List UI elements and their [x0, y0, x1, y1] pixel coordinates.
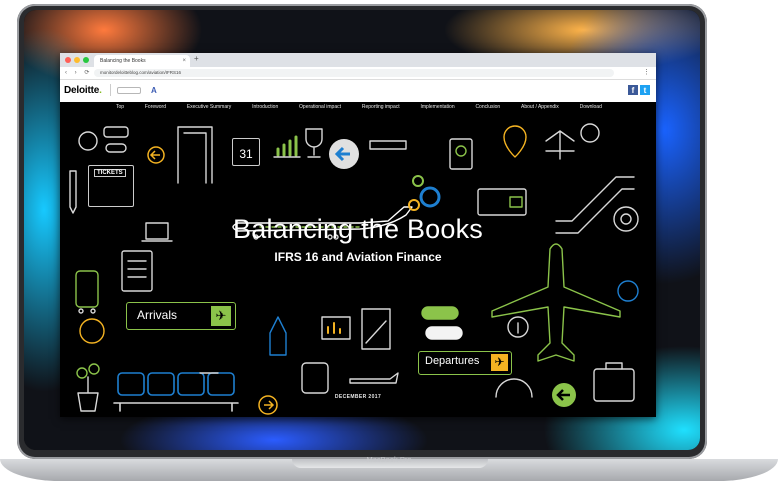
browser-tab[interactable]: Balancing the Books × [94, 55, 190, 67]
toggle-off-icon [425, 326, 463, 340]
laptop-screen: Balancing the Books × + ‹ › ⟳ monitordel… [24, 10, 700, 450]
navigation-buttons[interactable]: ‹ › ⟳ [65, 69, 92, 76]
maximize-window-button[interactable] [83, 57, 89, 63]
passport-icon [449, 138, 473, 170]
departure-board-icon [369, 140, 407, 150]
gear-icon [419, 186, 441, 208]
toggle-on-icon [421, 306, 459, 320]
hero-banner: 31 TICKETS Balancing the Books IFRS 16 a… [60, 111, 656, 417]
address-row: ‹ › ⟳ monitordeloitteblog.com/aviation/I… [60, 67, 656, 80]
aviation-icon-illustration [69, 123, 639, 415]
clock-icon [78, 131, 98, 151]
browser-window: Balancing the Books × + ‹ › ⟳ monitordel… [60, 53, 656, 417]
partner-logo-1 [110, 84, 145, 96]
browser-tab-bar: Balancing the Books × + [60, 53, 656, 67]
compass-icon [79, 318, 105, 344]
address-bar[interactable]: monitordeloitteblog.com/aviation/IFRS16 [94, 69, 614, 77]
location-pin-icon [503, 125, 527, 158]
airplane-takeoff-icon: ✈ [491, 354, 508, 371]
minimize-window-button[interactable] [74, 57, 80, 63]
departures-label: Departures [425, 355, 480, 367]
waiting-seats-icon [113, 372, 239, 412]
presentation-icon [321, 316, 351, 340]
facebook-icon[interactable]: f [628, 85, 638, 95]
airplane-landing-icon: ✈ [211, 306, 231, 326]
tab-close-icon[interactable]: × [182, 55, 186, 67]
bar-chart-icon [276, 135, 298, 157]
site-header: Deloitte. A f t [60, 80, 656, 102]
browser-menu-icon[interactable]: ⋮ [643, 68, 650, 76]
arrivals-sign: Arrivals ✈ [126, 302, 236, 330]
close-window-button[interactable] [65, 57, 71, 63]
tickets-icon: TICKETS [88, 165, 134, 207]
luggage-cart-icon [75, 270, 99, 308]
window-controls [65, 57, 89, 63]
customer-service-icon [617, 280, 639, 302]
trophy-icon [305, 128, 323, 158]
twitter-icon[interactable]: t [640, 85, 650, 95]
luggage-scanner-icon [477, 188, 527, 216]
publication-date: DECEMBER 2017 [334, 394, 382, 400]
tab-title: Balancing the Books [100, 58, 146, 64]
social-links: f t [628, 85, 650, 95]
satellite-icon [545, 130, 575, 160]
security-gate-icon [177, 126, 213, 184]
device-label: MacBook Pro [366, 455, 412, 464]
calendar-icon: 31 [232, 138, 260, 166]
partner-logo-2: A [151, 86, 157, 95]
open-book-icon [361, 308, 391, 350]
deloitte-logo[interactable]: Deloitte. [64, 85, 102, 96]
pen-icon [69, 170, 77, 214]
new-tab-button[interactable]: + [194, 54, 199, 63]
small-airplane-icon [349, 372, 399, 384]
departures-sign: Departures ✈ [418, 351, 512, 375]
boarding-pass-icon [103, 126, 129, 138]
page-subtitle: IFRS 16 and Aviation Finance [274, 250, 442, 264]
control-tower-icon [269, 316, 287, 356]
bus-icon [301, 362, 329, 394]
page-title: Balancing the Books [233, 214, 483, 244]
globe-icon [580, 123, 600, 143]
arrivals-label: Arrivals [137, 308, 178, 322]
